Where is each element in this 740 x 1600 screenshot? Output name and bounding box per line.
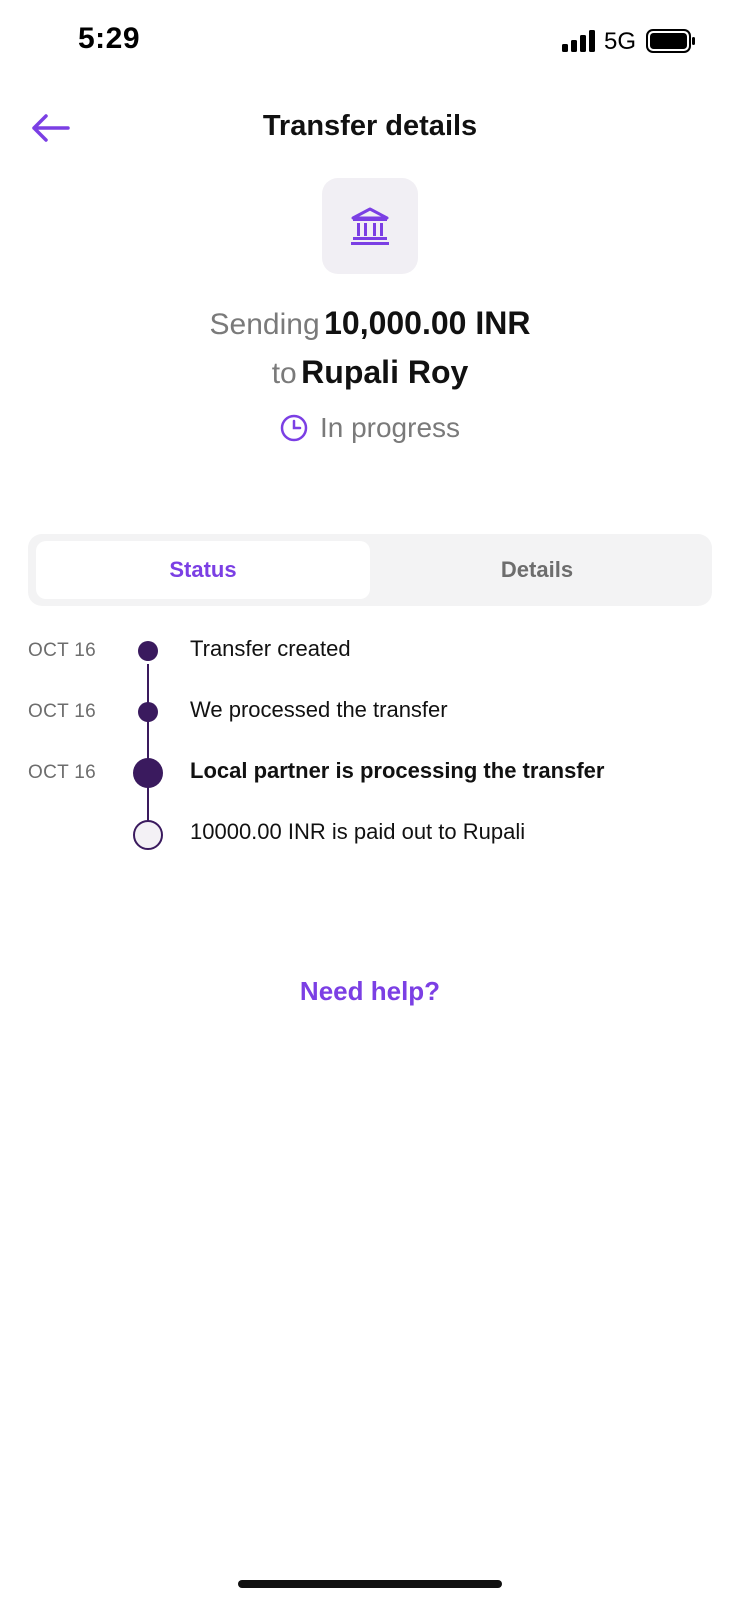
timeline-dot-done (138, 702, 158, 722)
timeline-dot-current (133, 758, 163, 788)
status-time: 5:29 (78, 22, 141, 55)
timeline-step-text: Transfer created (190, 636, 351, 661)
timeline-dot-pending (133, 820, 163, 850)
timeline-date: OCT 16 (28, 762, 96, 783)
tab-bar: Status Details (28, 534, 712, 606)
to-prefix: to (271, 357, 297, 390)
battery-icon (646, 29, 695, 53)
timeline-step-text: Local partner is processing the transfer (190, 758, 605, 783)
timeline-dot-done (138, 641, 158, 661)
status-label: In progress (319, 412, 461, 443)
network-type: 5G (604, 28, 637, 55)
sending-prefix: Sending (209, 308, 320, 341)
transfer-amount: 10,000.00 INR (324, 305, 531, 341)
timeline-step-text: 10000.00 INR is paid out to Rupali (190, 819, 526, 844)
timeline-date: OCT 16 (28, 640, 96, 661)
recipient-name: Rupali Roy (301, 354, 469, 390)
bank-icon (351, 207, 389, 245)
page-title: Transfer details (262, 110, 478, 142)
timeline-date: OCT 16 (28, 701, 96, 722)
status-timeline: OCT 16 Transfer created OCT 16 We proces… (0, 636, 740, 890)
bank-icon-tile (322, 178, 418, 274)
tab-details[interactable]: Details (370, 541, 704, 599)
clock-icon (280, 414, 308, 442)
tab-status[interactable]: Status (36, 541, 370, 599)
need-help-link[interactable]: Need help? (0, 976, 740, 1007)
cellular-signal-icon (562, 30, 595, 52)
status-bar: 5:29 5G (0, 0, 740, 84)
transfer-summary: Sending 10,000.00 INR to Rupali Roy (0, 302, 740, 400)
timeline-connector (147, 664, 149, 844)
transfer-status: In progress (0, 412, 740, 444)
home-indicator[interactable] (238, 1580, 502, 1588)
timeline-step-text: We processed the transfer (190, 697, 448, 722)
